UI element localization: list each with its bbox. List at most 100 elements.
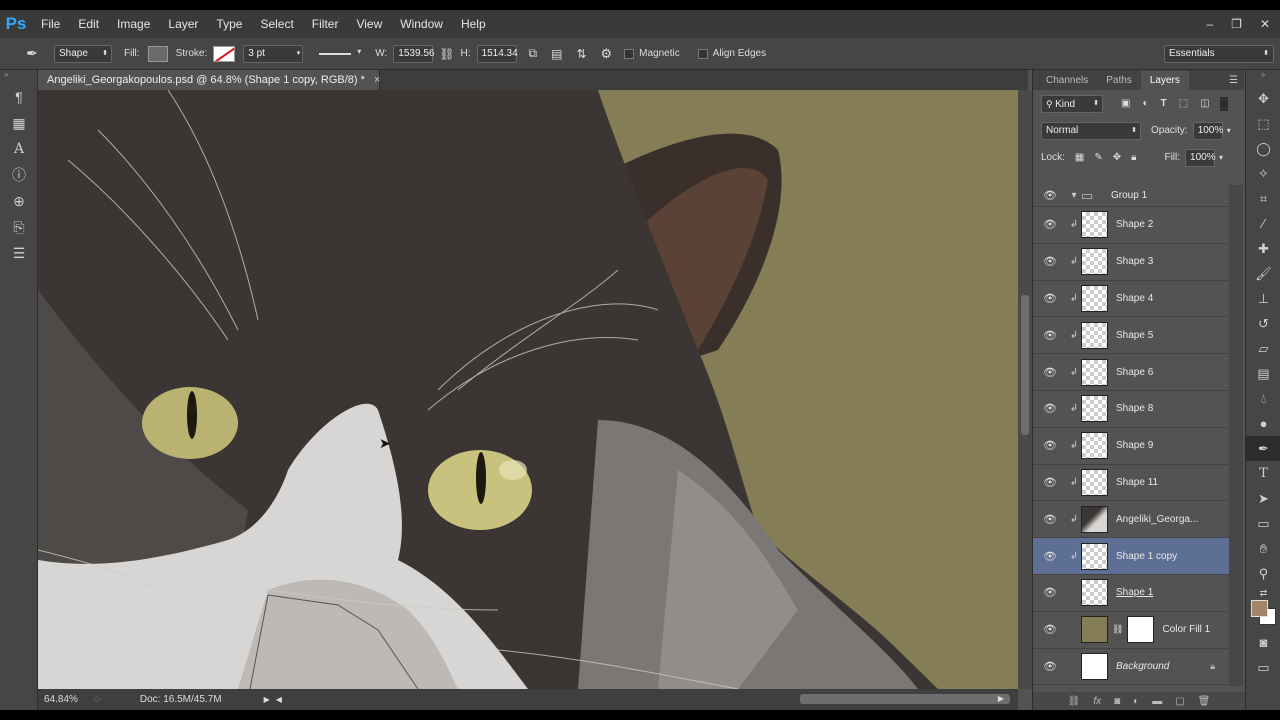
expand-group-icon[interactable]: ▾ xyxy=(1067,190,1081,201)
shape-thumbnail[interactable] xyxy=(1081,468,1108,496)
link-icon[interactable]: ⛓ xyxy=(439,47,454,61)
shape-thumbnail[interactable] xyxy=(1081,542,1108,570)
layer-row[interactable]: 👁︎ Background 🔒︎ xyxy=(1033,649,1229,686)
new-group-icon[interactable]: ▬ xyxy=(1152,696,1162,707)
color-fill-thumbnail[interactable] xyxy=(1081,616,1108,644)
close-window-button[interactable]: ✕ xyxy=(1260,17,1270,31)
visibility-eye-icon[interactable]: 👁︎ xyxy=(1033,218,1067,231)
layer-row[interactable]: 👁︎ ↲ Shape 4 xyxy=(1033,281,1229,318)
filter-shape-icon[interactable]: ⬚ xyxy=(1179,98,1188,109)
zoom-level[interactable]: 64.84% xyxy=(44,694,78,705)
marquee-tool-icon[interactable]: ⬚ xyxy=(1246,111,1280,136)
layer-row[interactable]: 👁︎ ↲ Angeliki_Georga... xyxy=(1033,501,1229,539)
lock-transparency-icon[interactable]: ▦ xyxy=(1075,152,1084,163)
visibility-eye-icon[interactable]: 👁︎ xyxy=(1033,550,1067,563)
stroke-width-input[interactable]: 3 pt ▾ xyxy=(243,44,304,63)
gradient-tool-icon[interactable]: ▤ xyxy=(1246,361,1280,386)
workspace-select[interactable]: Essentials ⬍ xyxy=(1164,45,1274,63)
layer-row[interactable]: 👁︎ ↲ Shape 2 xyxy=(1033,207,1229,244)
paragraph-icon[interactable]: ¶ xyxy=(0,84,38,110)
path-select-tool-icon[interactable]: ➤ xyxy=(1246,486,1280,511)
shape-thumbnail[interactable] xyxy=(1081,284,1108,312)
shape-thumbnail[interactable] xyxy=(1081,321,1108,349)
menu-layer[interactable]: Layer xyxy=(159,10,207,38)
clone-source-icon[interactable]: ⊕ xyxy=(0,188,38,214)
scroll-right-arrow-icon[interactable]: ▶ xyxy=(998,694,1004,703)
screen-mode-icon[interactable]: ▭ xyxy=(1246,655,1280,680)
magnetic-checkbox[interactable] xyxy=(624,48,635,59)
photo-thumbnail[interactable] xyxy=(1081,505,1108,533)
adjustments-icon[interactable]: ☰ xyxy=(0,240,38,266)
shape-thumbnail[interactable] xyxy=(1081,579,1108,607)
collapse-icon[interactable]: » xyxy=(0,70,37,79)
pen-tool-preset-icon[interactable]: ✒ xyxy=(16,45,48,62)
blur-tool-icon[interactable]: 💧︎ xyxy=(1246,386,1280,411)
link-layers-icon[interactable]: ⛓ xyxy=(1068,696,1081,707)
healing-tool-icon[interactable]: ✚ xyxy=(1246,236,1280,261)
filter-pixel-icon[interactable]: ▣ xyxy=(1121,98,1130,109)
quick-mask-icon[interactable]: ◙ xyxy=(1246,630,1280,655)
tab-channels[interactable]: Channels xyxy=(1037,71,1097,90)
menu-select[interactable]: Select xyxy=(251,10,302,38)
mask-link-icon[interactable]: ⛓ xyxy=(1112,624,1123,635)
move-tool-icon[interactable]: ✥ xyxy=(1246,86,1280,111)
vertical-scroll-thumb[interactable] xyxy=(1021,295,1029,435)
lock-position-icon[interactable]: ✥ xyxy=(1113,152,1121,163)
lock-pixels-icon[interactable]: ✎ xyxy=(1094,152,1102,163)
layer-row[interactable]: 👁︎ ↲ Shape 8 xyxy=(1033,391,1229,428)
layer-row[interactable]: 👁︎ ↲ Shape 6 xyxy=(1033,354,1229,391)
layer-row[interactable]: 👁︎ ↲ Shape 9 xyxy=(1033,428,1229,465)
eraser-tool-icon[interactable]: ▱ xyxy=(1246,336,1280,361)
shape-thumbnail[interactable] xyxy=(1081,432,1108,460)
minimize-button[interactable]: – xyxy=(1206,17,1213,31)
layer-style-icon[interactable]: fx xyxy=(1093,696,1101,707)
quick-select-tool-icon[interactable]: ✧ xyxy=(1246,161,1280,186)
shape-thumbnail[interactable] xyxy=(1081,248,1108,276)
menu-type[interactable]: Type xyxy=(207,10,251,38)
visibility-eye-icon[interactable]: 👁︎ xyxy=(1033,189,1067,202)
pen-tool-icon[interactable]: ✒ xyxy=(1246,436,1280,461)
eyedropper-tool-icon[interactable]: ⁄ xyxy=(1246,211,1280,236)
stroke-swatch[interactable] xyxy=(213,45,236,62)
tool-mode-select[interactable]: Shape ⬍ xyxy=(54,44,112,63)
path-operations-icon[interactable]: ⧉ xyxy=(529,46,538,61)
width-input[interactable]: 1539.56 xyxy=(393,44,434,63)
scroll-left-arrow-icon[interactable]: ◀ xyxy=(276,695,282,704)
document-tab[interactable]: Angeliki_Georgakopoulos.psd @ 64.8% (Sha… xyxy=(38,70,380,90)
layer-row[interactable]: 👁︎ ↲ Shape 1 copy xyxy=(1033,538,1229,575)
canvas-area[interactable]: ➤ xyxy=(38,90,1018,689)
blend-mode-select[interactable]: Normal ⬍ xyxy=(1041,121,1141,140)
chevron-down-icon[interactable]: ▾ xyxy=(1227,126,1231,135)
filter-kind-select[interactable]: ⚲ Kind ⬍ xyxy=(1041,94,1103,113)
filter-toggle[interactable] xyxy=(1219,96,1228,111)
shape-thumbnail[interactable] xyxy=(1081,211,1108,239)
dodge-tool-icon[interactable]: ● xyxy=(1246,411,1280,436)
shape-thumbnail[interactable] xyxy=(1081,395,1108,423)
menu-file[interactable]: File xyxy=(32,10,69,38)
rectangle-tool-icon[interactable]: ▭ xyxy=(1246,511,1280,536)
menu-image[interactable]: Image xyxy=(108,10,159,38)
close-document-icon[interactable]: × xyxy=(374,74,380,86)
visibility-eye-icon[interactable]: 👁︎ xyxy=(1033,623,1067,636)
stroke-type-select[interactable]: ▾ xyxy=(317,47,361,61)
background-thumbnail[interactable] xyxy=(1081,652,1108,680)
layer-row[interactable]: 👁︎ ↲ Shape 11 xyxy=(1033,465,1229,502)
visibility-eye-icon[interactable]: 👁︎ xyxy=(1033,439,1067,452)
gear-icon[interactable]: ⚙ xyxy=(601,46,613,62)
trash-icon[interactable]: 🗑︎ xyxy=(1198,696,1211,707)
path-arrangement-icon[interactable]: ⇅ xyxy=(576,47,586,61)
align-edges-checkbox[interactable] xyxy=(697,48,708,59)
color-swatches[interactable] xyxy=(1246,600,1280,630)
tab-layers[interactable]: Layers xyxy=(1140,71,1189,90)
chevron-down-icon[interactable]: ▾ xyxy=(1219,153,1223,162)
history-icon[interactable]: ⎘ xyxy=(0,214,38,240)
new-adjustment-icon[interactable]: ◐ xyxy=(1133,696,1139,707)
lock-all-icon[interactable]: 🔒︎ xyxy=(1131,152,1136,163)
menu-help[interactable]: Help xyxy=(452,10,495,38)
visibility-eye-icon[interactable]: 👁︎ xyxy=(1033,329,1067,342)
panel-menu-icon[interactable]: ☰ xyxy=(1229,71,1238,90)
visibility-eye-icon[interactable]: 👁︎ xyxy=(1033,402,1067,415)
status-info-icon[interactable]: ◌ xyxy=(94,694,100,705)
zoom-tool-icon[interactable]: ⚲ xyxy=(1246,561,1280,586)
type-tool-icon[interactable]: T xyxy=(1246,461,1280,486)
